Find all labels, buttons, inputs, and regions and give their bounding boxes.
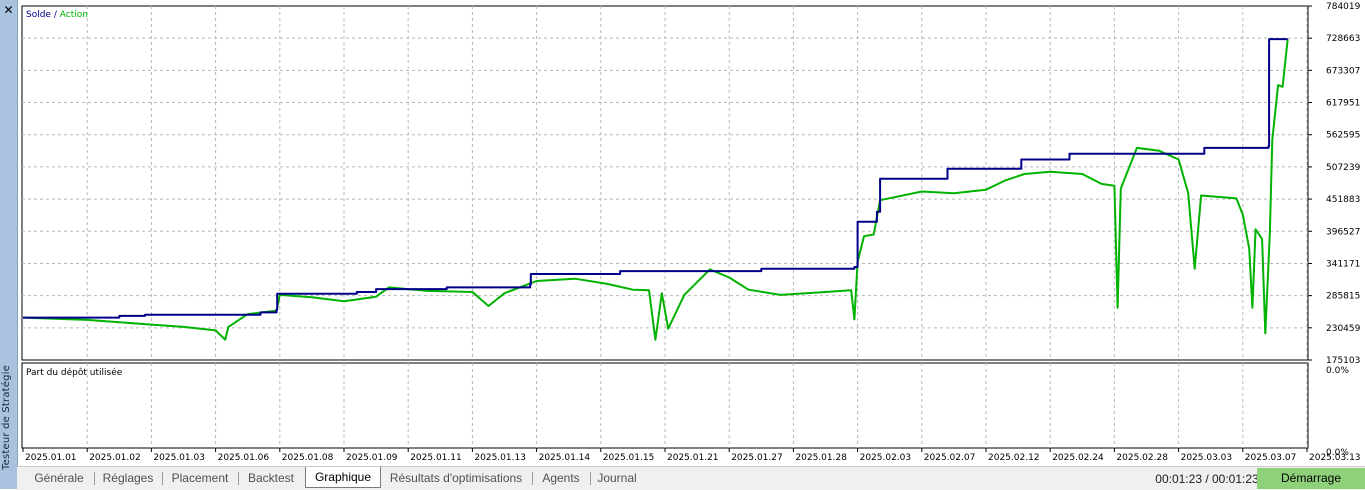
tab-générale[interactable]: Générale	[25, 469, 93, 487]
chart-legend: Solde / Action	[26, 10, 88, 20]
x-tick-label: 2025.02.24	[1052, 453, 1104, 463]
x-tick-label: 2025.01.15	[603, 453, 655, 463]
tab-backtest[interactable]: Backtest	[239, 469, 303, 487]
y-tick-label: 562595	[1326, 131, 1360, 141]
x-tick-label: 2025.01.21	[667, 453, 719, 463]
x-tick-label: 2025.01.03	[153, 453, 205, 463]
x-tick-label: 2025.03.13	[1309, 453, 1361, 463]
tab-résultats-d-optimisations[interactable]: Résultats d'optimisations	[381, 469, 531, 487]
y-tick-label: 341171	[1326, 259, 1360, 269]
y-tick-label: 507239	[1326, 163, 1361, 173]
x-tick-label: 2025.01.08	[282, 453, 334, 463]
x-tick-label: 2025.01.09	[346, 453, 398, 463]
y-tick-label: 617951	[1326, 99, 1360, 109]
deposit-usage-title: Part du dépôt utilisée	[26, 367, 123, 378]
legend-action: Action	[60, 10, 88, 20]
chart-area: 175103 230459 285815 341171 396527 451883 5072…	[21, 2, 1361, 463]
y-tick-label: 175103	[1326, 356, 1360, 366]
x-tick-label: 2025.02.28	[1116, 453, 1168, 463]
y-tick-label: 784019	[1326, 2, 1361, 12]
start-button[interactable]: Démarrage	[1257, 468, 1365, 489]
x-tick-label: 2025.02.07	[924, 453, 976, 463]
x-tick-label: 2025.01.27	[731, 453, 783, 463]
x-tick-label: 2025.01.06	[218, 453, 270, 463]
y-tick-label: 728663	[1326, 34, 1360, 44]
x-tick-label: 2025.01.11	[410, 453, 462, 463]
x-tick-label: 2025.02.03	[860, 453, 912, 463]
y-tick-label: 285815	[1326, 292, 1360, 302]
x-tick-label: 2025.03.07	[1245, 453, 1297, 463]
x-tick-label: 2025.03.03	[1181, 453, 1233, 463]
x-tick-label: 2025.01.01	[25, 453, 77, 463]
x-tick-label: 2025.01.14	[539, 453, 591, 463]
legend-solde: Solde	[26, 10, 51, 20]
sub-ytick-top: 0.0%	[1326, 366, 1349, 376]
x-tick-label: 2025.01.13	[474, 453, 526, 463]
y-tick-label: 230459	[1326, 324, 1361, 334]
y-tick-label: 673307	[1326, 66, 1360, 76]
y-tick-label: 451883	[1326, 195, 1360, 205]
elapsed-timer: 00:01:23 / 00:01:23	[1155, 472, 1259, 486]
x-axis: 2025.01.01 2025.01.02 2025.01.03 2025.01.06…	[22, 448, 1361, 463]
y-tick-label: 396527	[1326, 227, 1360, 237]
main-y-axis: 175103 230459 285815 341171 396527 451883 5072…	[1308, 2, 1361, 366]
tab-bar: Générale Réglages Placement Backtest Graphiq…	[17, 466, 1365, 490]
legend-separator: /	[51, 10, 60, 20]
tab-placement[interactable]: Placement	[163, 469, 237, 487]
tab-graphique[interactable]: Graphique	[305, 467, 381, 488]
tab-journal[interactable]: Journal	[591, 469, 643, 487]
x-tick-label: 2025.02.12	[988, 453, 1040, 463]
x-tick-label: 2025.01.02	[89, 453, 141, 463]
x-tick-label: 2025.01.28	[795, 453, 847, 463]
tab-réglages[interactable]: Réglages	[95, 469, 161, 487]
tab-agents[interactable]: Agents	[533, 469, 589, 487]
